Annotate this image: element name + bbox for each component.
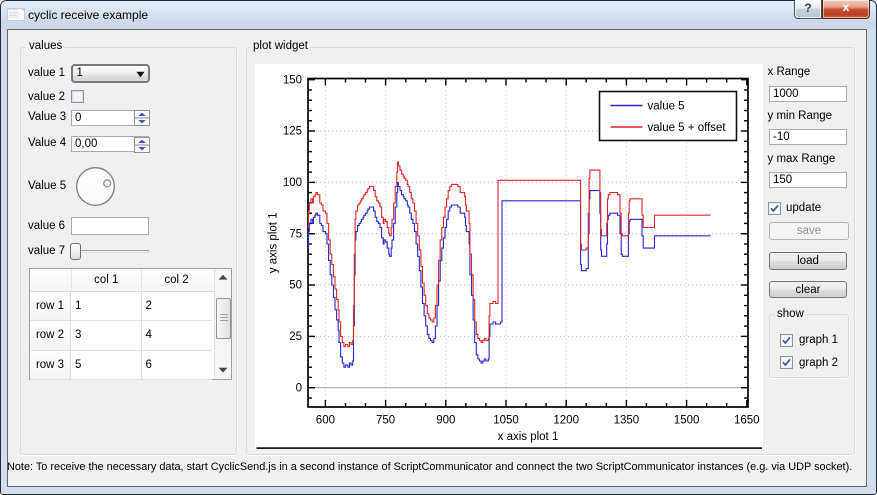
svg-text:50: 50 — [289, 279, 302, 291]
svg-text:75: 75 — [289, 228, 302, 240]
svg-text:100: 100 — [282, 177, 301, 189]
svg-text:150: 150 — [282, 74, 301, 86]
svg-text:value 5 + offset: value 5 + offset — [647, 122, 726, 134]
svg-text:900: 900 — [436, 414, 455, 426]
svg-text:x axis plot 1: x axis plot 1 — [497, 431, 558, 443]
svg-text:1200: 1200 — [553, 414, 579, 426]
svg-text:0: 0 — [295, 382, 301, 394]
svg-text:750: 750 — [376, 414, 395, 426]
svg-text:125: 125 — [282, 125, 301, 137]
svg-text:value 5: value 5 — [647, 100, 684, 112]
svg-text:1050: 1050 — [493, 414, 519, 426]
svg-text:600: 600 — [315, 414, 334, 426]
svg-text:25: 25 — [289, 331, 302, 343]
svg-text:1650: 1650 — [734, 414, 760, 426]
svg-text:1350: 1350 — [613, 414, 639, 426]
svg-text:1500: 1500 — [673, 414, 699, 426]
svg-text:y axis plot 1: y axis plot 1 — [267, 212, 279, 273]
